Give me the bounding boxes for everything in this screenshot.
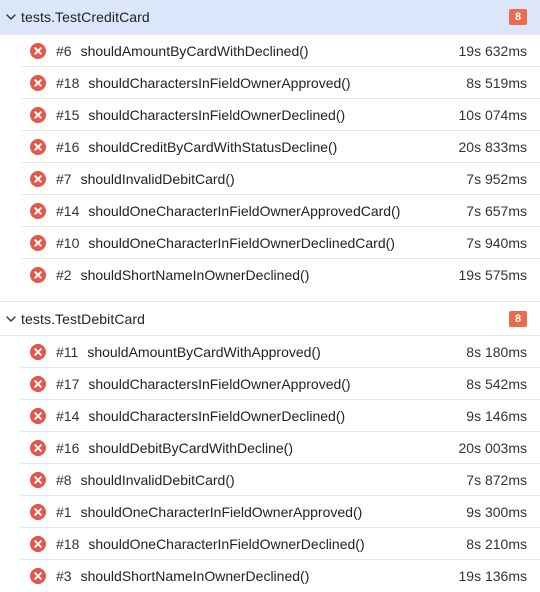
test-number: #18 (56, 74, 80, 91)
test-number: #10 (56, 234, 80, 251)
test-duration: 19s 575ms (458, 267, 527, 283)
test-name: shouldDebitByCardWithDecline() (88, 439, 293, 456)
test-row[interactable]: #18 shouldCharactersInFieldOwnerApproved… (21, 67, 540, 99)
test-row[interactable]: #18 shouldOneCharacterInFieldOwnerDeclin… (21, 528, 540, 560)
chevron-down-icon[interactable] (4, 10, 18, 24)
suite-test-list: #6 shouldAmountByCardWithDeclined() 19s … (0, 35, 540, 291)
test-number: #6 (56, 42, 72, 59)
suite-test-list: #11 shouldAmountByCardWithApproved() 8s … (0, 336, 540, 592)
fail-icon (30, 407, 46, 424)
test-row[interactable]: #7 shouldInvalidDebitCard() 7s 952ms (21, 163, 540, 195)
suite-header[interactable]: tests.TestCreditCard 8 (0, 0, 540, 35)
test-number: #17 (56, 375, 80, 392)
test-duration: 8s 542ms (466, 375, 527, 392)
test-duration: 20s 833ms (458, 138, 527, 155)
test-name: shouldCreditByCardWithStatusDecline() (88, 138, 338, 155)
fail-icon (30, 375, 46, 392)
test-name: shouldOneCharacterInFieldOwnerApprovedCa… (88, 202, 401, 219)
test-duration: 7s 657ms (466, 202, 527, 219)
failed-count-badge: 8 (509, 310, 527, 327)
fail-icon (30, 439, 46, 456)
suite-title: tests.TestDebitCard (21, 310, 146, 327)
test-name: shouldInvalidDebitCard() (80, 170, 235, 187)
suite-header[interactable]: tests.TestDebitCard 8 (0, 301, 540, 336)
test-name: shouldAmountByCardWithApproved() (87, 343, 321, 360)
test-name: shouldShortNameInOwnerDeclined() (80, 568, 310, 584)
test-row[interactable]: #11 shouldAmountByCardWithApproved() 8s … (21, 336, 540, 368)
test-name: shouldShortNameInOwnerDeclined() (80, 267, 310, 283)
fail-icon (30, 138, 46, 155)
test-duration: 10s 074ms (458, 106, 527, 123)
fail-icon (30, 74, 46, 91)
test-results-tree: tests.TestCreditCard 8 #6 shouldAmountBy… (0, 0, 540, 592)
test-row[interactable]: #6 shouldAmountByCardWithDeclined() 19s … (21, 35, 540, 67)
test-number: #1 (56, 503, 72, 520)
test-row[interactable]: #8 shouldInvalidDebitCard() 7s 872ms (21, 464, 540, 496)
failed-count-badge: 8 (509, 9, 527, 25)
test-row[interactable]: #17 shouldCharactersInFieldOwnerApproved… (21, 368, 540, 400)
test-number: #16 (56, 439, 80, 456)
fail-icon (30, 106, 46, 123)
fail-icon (30, 42, 46, 59)
test-number: #8 (56, 471, 72, 488)
test-name: shouldInvalidDebitCard() (80, 471, 235, 488)
fail-icon (30, 234, 46, 251)
test-row[interactable]: #14 shouldCharactersInFieldOwnerDeclined… (21, 400, 540, 432)
fail-icon (30, 170, 46, 187)
fail-icon (30, 202, 46, 219)
fail-icon (30, 343, 46, 360)
test-duration: 20s 003ms (458, 439, 527, 456)
fail-icon (30, 503, 46, 520)
test-suite: tests.TestCreditCard 8 #6 shouldAmountBy… (0, 0, 540, 291)
test-duration: 7s 872ms (466, 471, 527, 488)
fail-icon (30, 471, 46, 488)
test-number: #11 (56, 343, 79, 360)
test-duration: 19s 136ms (458, 568, 527, 584)
suite-title: tests.TestCreditCard (21, 9, 150, 25)
test-row[interactable]: #10 shouldOneCharacterInFieldOwnerDeclin… (21, 227, 540, 259)
test-number: #2 (56, 267, 72, 283)
test-name: shouldOneCharacterInFieldOwnerDeclined() (88, 535, 365, 552)
test-name: shouldOneCharacterInFieldOwnerApproved() (80, 503, 363, 520)
test-row[interactable]: #15 shouldCharactersInFieldOwnerDeclined… (21, 99, 540, 131)
chevron-down-icon[interactable] (4, 312, 18, 326)
test-number: #14 (56, 202, 80, 219)
test-duration: 7s 952ms (466, 170, 527, 187)
test-row[interactable]: #16 shouldCreditByCardWithStatusDecline(… (21, 131, 540, 163)
test-name: shouldCharactersInFieldOwnerDeclined() (88, 106, 346, 123)
test-row[interactable]: #16 shouldDebitByCardWithDecline() 20s 0… (21, 432, 540, 464)
test-row[interactable]: #2 shouldShortNameInOwnerDeclined() 19s … (21, 259, 540, 291)
fail-icon (30, 568, 46, 584)
test-suite: tests.TestDebitCard 8 #11 shouldAmountBy… (0, 301, 540, 592)
test-duration: 8s 180ms (466, 343, 527, 360)
test-duration: 7s 940ms (466, 234, 527, 251)
test-number: #14 (56, 407, 80, 424)
fail-icon (30, 535, 46, 552)
test-number: #18 (56, 535, 80, 552)
test-row[interactable]: #14 shouldOneCharacterInFieldOwnerApprov… (21, 195, 540, 227)
test-name: shouldCharactersInFieldOwnerApproved() (88, 74, 351, 91)
test-name: shouldOneCharacterInFieldOwnerDeclinedCa… (88, 234, 395, 251)
test-duration: 8s 519ms (466, 74, 527, 91)
test-name: shouldAmountByCardWithDeclined() (80, 42, 309, 59)
test-duration: 9s 300ms (466, 503, 527, 520)
test-number: #3 (56, 568, 72, 584)
test-name: shouldCharactersInFieldOwnerDeclined() (88, 407, 346, 424)
test-duration: 8s 210ms (466, 535, 527, 552)
test-row[interactable]: #3 shouldShortNameInOwnerDeclined() 19s … (21, 560, 540, 592)
test-number: #7 (56, 170, 72, 187)
fail-icon (30, 267, 46, 283)
test-duration: 9s 146ms (466, 407, 527, 424)
test-row[interactable]: #1 shouldOneCharacterInFieldOwnerApprove… (21, 496, 540, 528)
test-number: #16 (56, 138, 80, 155)
test-number: #15 (56, 106, 80, 123)
test-duration: 19s 632ms (458, 42, 527, 59)
test-name: shouldCharactersInFieldOwnerApproved() (88, 375, 351, 392)
